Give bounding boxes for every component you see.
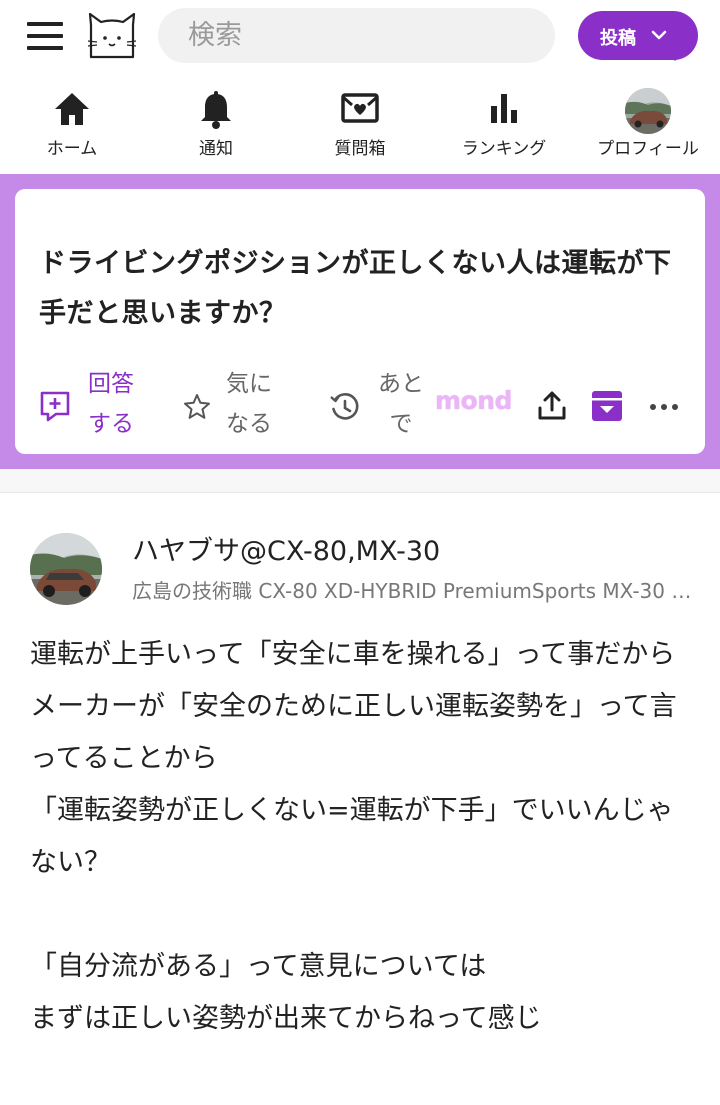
nav-label-profile: プロフィール (597, 139, 699, 159)
more-icon[interactable] (649, 402, 679, 412)
question-card-frame: ドライビングポジションが正しくない人は運転が下手だと思いますか？ 回答する 気に… (0, 174, 720, 469)
answer-item: ハヤブサ@CX-80,MX-30 広島の技術職 CX-80 XD-HYBRID … (0, 493, 720, 1105)
app-header: 投稿 (0, 0, 720, 72)
nav-item-notifications[interactable]: 通知 (144, 80, 288, 172)
question-actions: 回答する 気になる あとで mond (15, 364, 705, 444)
interest-button[interactable]: 気になる (183, 364, 313, 444)
nav-label-question-box: 質問箱 (334, 139, 386, 159)
answer-icon (40, 391, 70, 422)
avatar (625, 88, 671, 134)
main-nav: ホーム 通知 質問箱 ランキング プロフィール (0, 80, 720, 174)
home-icon (55, 93, 89, 125)
cat-logo-icon[interactable] (86, 11, 138, 59)
star-icon (184, 394, 210, 419)
nav-label-notifications: 通知 (199, 139, 233, 159)
nav-label-ranking: ランキング (461, 139, 547, 159)
answer-user-bio: 広島の技術職 CX-80 XD-HYBRID PremiumSports MX-… (132, 579, 692, 603)
mond-logo: mond (435, 386, 512, 415)
bell-icon (201, 91, 231, 129)
history-clock-icon (330, 393, 359, 420)
search-input[interactable] (188, 8, 488, 63)
question-box-icon (341, 93, 379, 123)
archive-icon[interactable] (589, 388, 625, 424)
answer-button[interactable]: 回答する (37, 364, 187, 444)
nav-item-ranking[interactable]: ランキング (432, 80, 576, 172)
later-button[interactable]: あとで (329, 364, 439, 444)
later-label: あとで (378, 371, 424, 437)
answer-label: 回答する (88, 371, 134, 437)
interest-label: 気になる (226, 371, 272, 437)
nav-item-home[interactable]: ホーム (0, 80, 144, 172)
share-icon[interactable] (537, 390, 567, 422)
post-button-label: 投稿 (600, 28, 636, 49)
answer-paragraph: 「自分流がある」って意見については まずは正しい姿勢が出来てからねって感じ (30, 951, 542, 1034)
answer-paragraph: 運転が上手いって「安全に車を操れる」って事だから メーカーが「安全のために正しい… (30, 639, 677, 878)
search-bar[interactable] (158, 8, 678, 63)
nav-item-profile[interactable]: プロフィール (576, 80, 720, 172)
menu-icon[interactable] (27, 22, 63, 50)
section-divider (0, 469, 720, 493)
question-card: ドライビングポジションが正しくない人は運転が下手だと思いますか？ 回答する 気に… (15, 189, 705, 454)
post-button[interactable]: 投稿 (578, 11, 698, 60)
nav-item-question-box[interactable]: 質問箱 (288, 80, 432, 172)
nav-label-home: ホーム (46, 139, 98, 159)
answer-user-avatar[interactable] (30, 533, 102, 605)
ranking-icon (491, 94, 517, 123)
answer-user-name[interactable]: ハヤブサ@CX-80,MX-30 (132, 529, 440, 568)
question-title: ドライビングポジションが正しくない人は運転が下手だと思いますか？ (39, 248, 672, 329)
chevron-down-icon (651, 30, 667, 40)
answer-body: 運転が上手いって「安全に車を操れる」って事だから メーカーが「安全のために正しい… (30, 629, 690, 1045)
